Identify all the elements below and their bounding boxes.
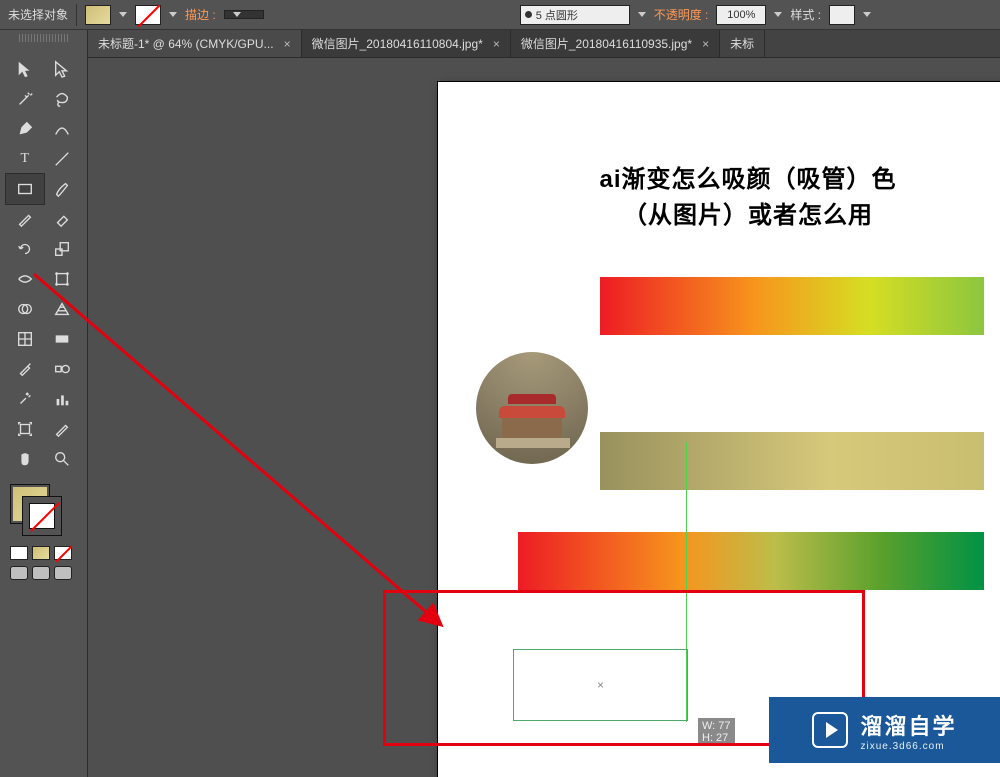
document-tab-3[interactable]: 微信图片_20180416110935.jpg* × bbox=[511, 30, 720, 57]
artboard[interactable]: ai渐变怎么吸颜（吸管）色 （从图片）或者怎么用 × W: 77 H: 27 bbox=[438, 82, 1000, 777]
artwork-title-line1: ai渐变怎么吸颜（吸管）色 bbox=[488, 162, 1000, 198]
document-tab-strip: 未标题-1* @ 64% (CMYK/GPU... × 微信图片_2018041… bbox=[0, 30, 1000, 58]
blend-tool[interactable] bbox=[44, 354, 82, 384]
circular-image[interactable] bbox=[476, 352, 588, 464]
draw-normal[interactable] bbox=[10, 566, 28, 580]
line-segment-tool[interactable] bbox=[44, 144, 82, 174]
center-marker-icon: × bbox=[597, 678, 604, 692]
rotate-tool[interactable] bbox=[6, 234, 44, 264]
stroke-swatch[interactable] bbox=[135, 5, 161, 25]
tab-overflow-label: 未标 bbox=[730, 35, 754, 52]
style-label: 样式 : bbox=[790, 6, 821, 23]
color-mode-none[interactable] bbox=[54, 546, 72, 560]
opacity-dropdown-icon[interactable] bbox=[774, 12, 782, 17]
free-transform-tool[interactable] bbox=[44, 264, 82, 294]
paintbrush-tool[interactable] bbox=[44, 174, 82, 204]
pen-tool[interactable] bbox=[6, 114, 44, 144]
toolbox-grip-icon[interactable] bbox=[19, 34, 69, 42]
tab-label: 微信图片_20180416110804.jpg* bbox=[312, 35, 483, 52]
shape-builder-tool[interactable] bbox=[6, 294, 44, 324]
watermark: 溜溜自学 zixue.3d66.com bbox=[769, 697, 1000, 763]
divider bbox=[76, 4, 77, 26]
document-tab-2[interactable]: 微信图片_20180416110804.jpg* × bbox=[302, 30, 511, 57]
color-mode-gradient[interactable] bbox=[32, 546, 50, 560]
gradient-bar-1[interactable] bbox=[600, 277, 984, 335]
eraser-tool[interactable] bbox=[44, 204, 82, 234]
tab-label: 微信图片_20180416110935.jpg* bbox=[521, 35, 692, 52]
stroke-weight-input[interactable] bbox=[224, 10, 264, 19]
column-graph-tool[interactable] bbox=[44, 384, 82, 414]
zoom-tool[interactable] bbox=[44, 444, 82, 474]
color-mode-solid[interactable] bbox=[10, 546, 28, 560]
artwork-title-line2: （从图片）或者怎么用 bbox=[488, 198, 1000, 234]
dim-width: W: 77 bbox=[702, 720, 731, 732]
perspective-grid-tool[interactable] bbox=[44, 294, 82, 324]
brush-dropdown-icon[interactable] bbox=[638, 12, 646, 17]
symbol-sprayer-tool[interactable] bbox=[6, 384, 44, 414]
rectangle-tool[interactable] bbox=[6, 174, 44, 204]
gradient-bar-2[interactable] bbox=[600, 432, 984, 490]
close-icon[interactable]: × bbox=[702, 37, 709, 51]
draw-behind[interactable] bbox=[32, 566, 50, 580]
watermark-brand: 溜溜自学 bbox=[860, 709, 956, 741]
mesh-tool[interactable] bbox=[6, 324, 44, 354]
stroke-label[interactable]: 描边 : bbox=[185, 6, 216, 23]
stroke-weight-stepper-icon[interactable] bbox=[233, 12, 241, 17]
fill-stroke-indicator[interactable] bbox=[10, 484, 62, 536]
canvas-area[interactable]: ai渐变怎么吸颜（吸管）色 （从图片）或者怎么用 × W: 77 H: 27 bbox=[88, 58, 1000, 777]
brush-dot-icon bbox=[525, 11, 532, 18]
color-mode-row bbox=[0, 542, 87, 564]
no-selection-label: 未选择对象 bbox=[8, 6, 68, 23]
play-icon bbox=[812, 712, 848, 748]
close-icon[interactable]: × bbox=[493, 37, 500, 51]
draw-mode-row bbox=[0, 564, 87, 588]
brush-definition-select[interactable]: 5 点圆形 bbox=[520, 5, 630, 25]
pencil-tool[interactable] bbox=[6, 204, 44, 234]
style-dropdown-icon[interactable] bbox=[863, 12, 871, 17]
curvature-tool[interactable] bbox=[44, 114, 82, 144]
tool-grid: T bbox=[0, 54, 87, 474]
dimension-tooltip: W: 77 H: 27 bbox=[698, 718, 735, 746]
selection-tool[interactable] bbox=[6, 54, 44, 84]
opacity-label[interactable]: 不透明度 : bbox=[654, 6, 709, 23]
dim-height: H: 27 bbox=[702, 732, 731, 744]
hand-tool[interactable] bbox=[6, 444, 44, 474]
fill-swatch[interactable] bbox=[85, 5, 111, 25]
artboard-tool[interactable] bbox=[6, 414, 44, 444]
fill-dropdown-icon[interactable] bbox=[119, 12, 127, 17]
pavilion-illustration bbox=[496, 394, 568, 446]
opacity-value: 100% bbox=[727, 9, 755, 21]
magic-wand-tool[interactable] bbox=[6, 84, 44, 114]
document-tab-1[interactable]: 未标题-1* @ 64% (CMYK/GPU... × bbox=[88, 30, 302, 57]
stroke-indicator[interactable] bbox=[22, 496, 62, 536]
artwork-title: ai渐变怎么吸颜（吸管）色 （从图片）或者怎么用 bbox=[488, 162, 1000, 234]
toolbox: T bbox=[0, 30, 88, 777]
close-icon[interactable]: × bbox=[284, 37, 291, 51]
drawing-rectangle[interactable]: × bbox=[513, 649, 688, 721]
document-tab-overflow[interactable]: 未标 bbox=[720, 30, 765, 57]
lasso-tool[interactable] bbox=[44, 84, 82, 114]
eyedropper-tool[interactable] bbox=[6, 354, 44, 384]
watermark-url: zixue.3d66.com bbox=[860, 741, 944, 752]
tab-label: 未标题-1* @ 64% (CMYK/GPU... bbox=[98, 35, 274, 52]
brush-definition-label: 5 点圆形 bbox=[536, 7, 578, 23]
slice-tool[interactable] bbox=[44, 414, 82, 444]
gradient-tool[interactable] bbox=[44, 324, 82, 354]
options-bar: 未选择对象 描边 : 5 点圆形 不透明度 : 100% 样式 : bbox=[0, 0, 1000, 30]
type-tool[interactable]: T bbox=[6, 144, 44, 174]
stroke-dropdown-icon[interactable] bbox=[169, 12, 177, 17]
gradient-bar-3[interactable] bbox=[518, 532, 984, 590]
scale-tool[interactable] bbox=[44, 234, 82, 264]
opacity-input[interactable]: 100% bbox=[716, 5, 766, 25]
direct-selection-tool[interactable] bbox=[44, 54, 82, 84]
width-tool[interactable] bbox=[6, 264, 44, 294]
draw-inside[interactable] bbox=[54, 566, 72, 580]
graphic-style-swatch[interactable] bbox=[829, 5, 855, 25]
